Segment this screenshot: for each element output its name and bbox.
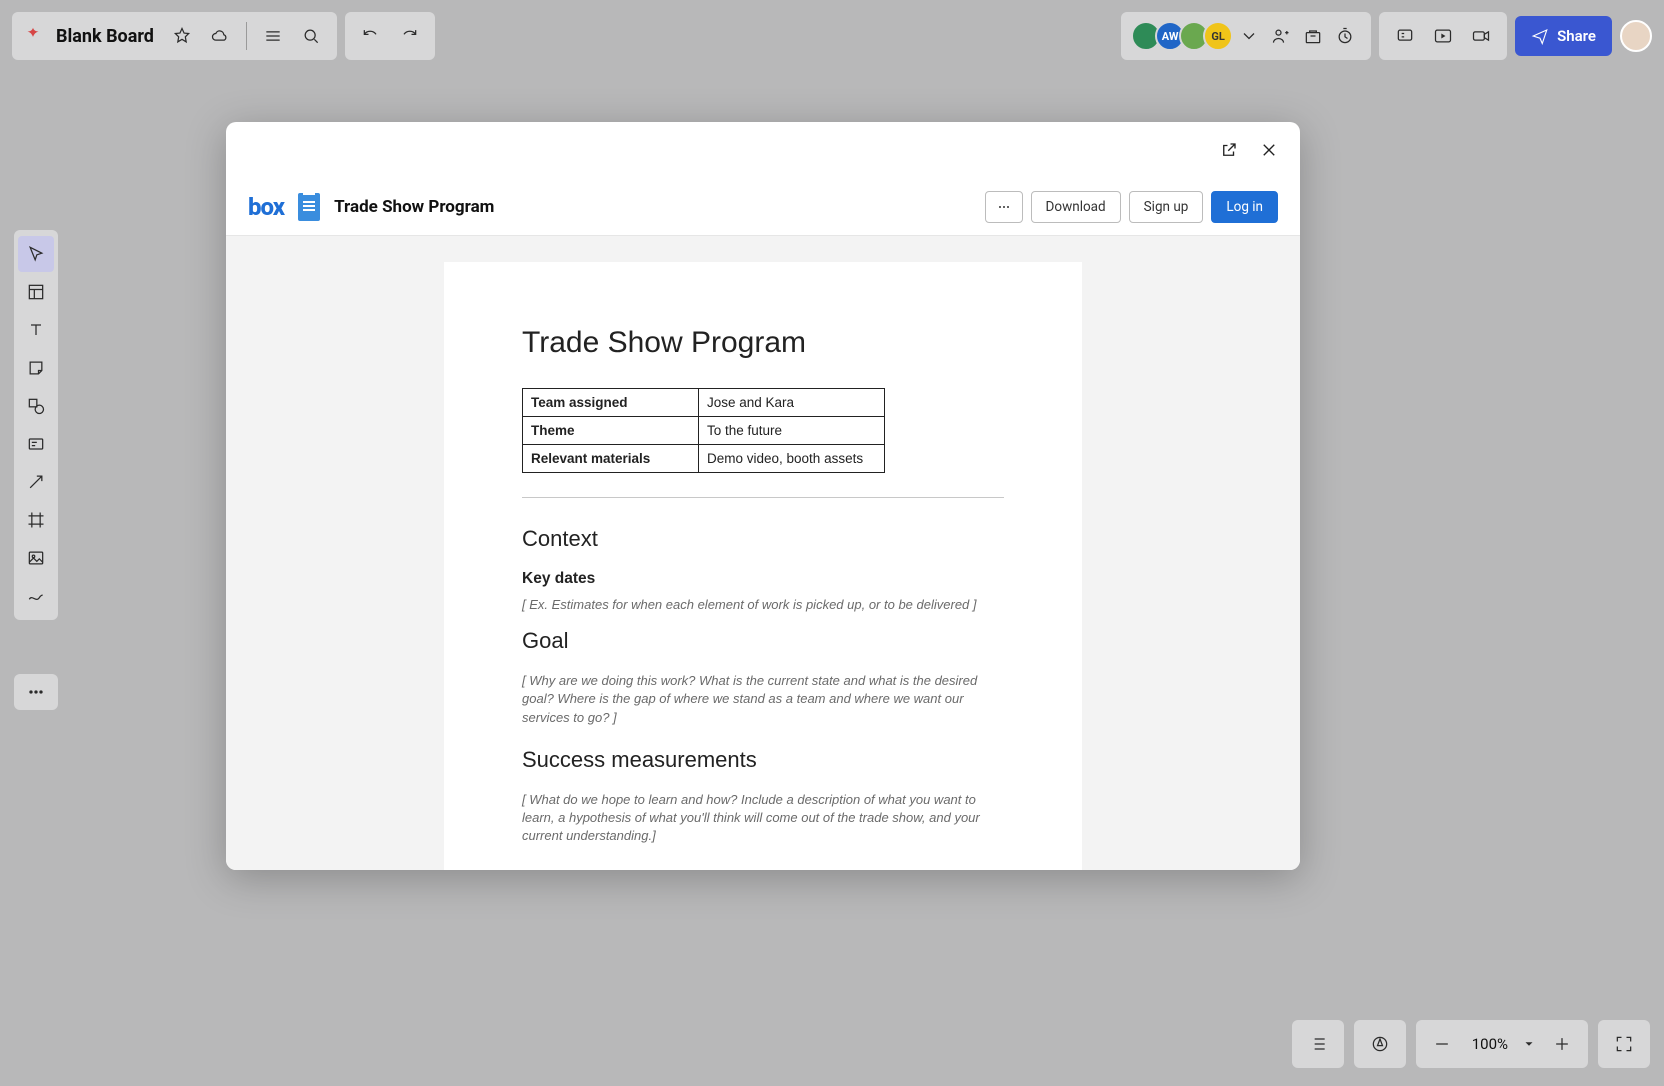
sticky-tool-icon[interactable] <box>18 350 54 386</box>
frame-tool-icon[interactable] <box>18 502 54 538</box>
placeholder-text: [ Ex. Estimates for when each element of… <box>522 596 1004 614</box>
text-tool-icon[interactable] <box>18 312 54 348</box>
chevron-down-icon[interactable] <box>1233 20 1265 52</box>
divider <box>246 22 247 50</box>
close-icon[interactable] <box>1258 139 1280 161</box>
left-toolbar <box>14 230 58 620</box>
board-title[interactable]: Blank Board <box>50 26 160 47</box>
media-group <box>1379 12 1507 60</box>
current-user-avatar[interactable] <box>1620 20 1652 52</box>
zoom-controls: 100% <box>1416 1020 1588 1068</box>
list-view-icon[interactable] <box>1302 1028 1334 1060</box>
comment-icon[interactable] <box>1389 20 1421 52</box>
arrow-tool-icon[interactable] <box>18 464 54 500</box>
section-heading: Success measurements <box>522 747 1004 773</box>
app-logo-icon[interactable] <box>22 25 44 47</box>
card-tool-icon[interactable] <box>18 426 54 462</box>
map-toggle <box>1354 1020 1406 1068</box>
search-icon[interactable] <box>295 20 327 52</box>
zoom-out-icon[interactable] <box>1426 1028 1458 1060</box>
shape-tool-icon[interactable] <box>18 388 54 424</box>
collaborators-group: AW GL <box>1121 12 1371 60</box>
placeholder-text: [ What do we hope to learn and how? Incl… <box>522 791 1004 846</box>
placeholder-text: [ Why are we doing this work? What is th… <box>522 672 1004 727</box>
document-viewport[interactable]: Trade Show Program Team assigned Jose an… <box>226 236 1300 870</box>
table-cell-value: To the future <box>699 417 885 445</box>
pointer-tool-icon[interactable] <box>18 236 54 272</box>
present-icon[interactable] <box>1427 20 1459 52</box>
board-title-group: Blank Board <box>12 12 337 60</box>
document-title: Trade Show Program <box>334 197 494 217</box>
avatar-stack[interactable]: AW GL <box>1131 21 1233 51</box>
doc-heading: Trade Show Program <box>522 326 1004 360</box>
redo-icon[interactable] <box>393 20 425 52</box>
table-cell-value: Demo video, booth assets <box>699 445 885 473</box>
document-page: Trade Show Program Team assigned Jose an… <box>444 262 1082 870</box>
bottom-controls: 100% <box>1292 1020 1650 1068</box>
menu-icon[interactable] <box>257 20 289 52</box>
table-cell-key: Relevant materials <box>523 445 699 473</box>
table-cell-key: Theme <box>523 417 699 445</box>
box-preview-modal: box Trade Show Program Download Sign up … <box>226 122 1300 870</box>
box-header: box Trade Show Program Download Sign up … <box>226 178 1300 236</box>
view-switcher <box>1292 1020 1344 1068</box>
star-icon[interactable] <box>166 20 198 52</box>
apps-icon[interactable] <box>1297 20 1329 52</box>
topbar-right: AW GL Share <box>1121 12 1652 60</box>
divider <box>522 497 1004 498</box>
subsection-heading: Key dates <box>522 570 1004 588</box>
map-icon[interactable] <box>1364 1028 1396 1060</box>
box-actions: Download Sign up Log in <box>985 191 1278 223</box>
login-button[interactable]: Log in <box>1211 191 1278 223</box>
signup-button[interactable]: Sign up <box>1129 191 1204 223</box>
download-button[interactable]: Download <box>1031 191 1121 223</box>
image-tool-icon[interactable] <box>18 540 54 576</box>
history-group <box>345 12 435 60</box>
avatar[interactable]: GL <box>1203 21 1233 51</box>
table-cell-key: Team assigned <box>523 389 699 417</box>
section-heading: Goal <box>522 628 1004 654</box>
zoom-in-icon[interactable] <box>1546 1028 1578 1060</box>
fullscreen-group <box>1598 1020 1650 1068</box>
file-options-button[interactable] <box>985 191 1023 223</box>
pen-tool-icon[interactable] <box>18 578 54 614</box>
video-icon[interactable] <box>1465 20 1497 52</box>
undo-icon[interactable] <box>355 20 387 52</box>
more-tools-icon[interactable] <box>14 674 58 710</box>
info-table: Team assigned Jose and Kara Theme To the… <box>522 388 885 473</box>
table-row: Relevant materials Demo video, booth ass… <box>523 445 885 473</box>
share-button[interactable]: Share <box>1515 16 1612 56</box>
table-row: Theme To the future <box>523 417 885 445</box>
box-logo[interactable]: box <box>248 193 284 221</box>
modal-topbar <box>226 122 1300 178</box>
open-external-icon[interactable] <box>1218 139 1240 161</box>
gdoc-icon <box>298 193 320 221</box>
table-cell-value: Jose and Kara <box>699 389 885 417</box>
table-row: Team assigned Jose and Kara <box>523 389 885 417</box>
fullscreen-icon[interactable] <box>1608 1028 1640 1060</box>
timer-icon[interactable] <box>1329 20 1361 52</box>
section-heading: Context <box>522 526 1004 552</box>
cloud-status-icon[interactable] <box>204 20 236 52</box>
zoom-dropdown-icon[interactable] <box>1522 1028 1536 1060</box>
template-tool-icon[interactable] <box>18 274 54 310</box>
topbar: Blank Board AW GL <box>12 12 1652 60</box>
share-label: Share <box>1557 27 1596 45</box>
zoom-value[interactable]: 100% <box>1468 1035 1512 1053</box>
invite-icon[interactable] <box>1265 20 1297 52</box>
